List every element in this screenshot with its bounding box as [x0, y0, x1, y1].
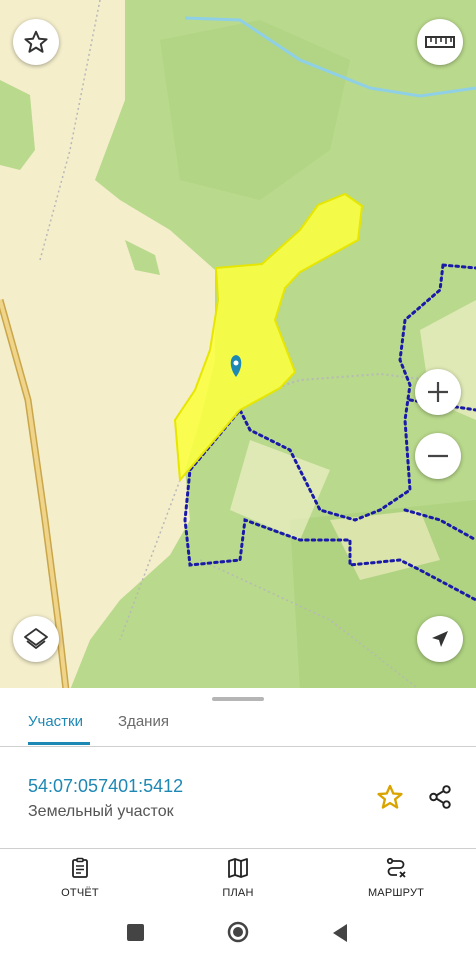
locate-button[interactable]: [417, 616, 463, 662]
plus-icon: [428, 382, 448, 402]
parcel-type: Земельный участок: [28, 803, 174, 820]
divider: [0, 848, 476, 849]
layers-button[interactable]: [13, 616, 59, 662]
layers-icon: [24, 628, 48, 649]
minus-icon: [428, 454, 448, 458]
tab-parcels[interactable]: Участки: [28, 710, 83, 744]
favorite-button[interactable]: [13, 19, 59, 65]
star-outline-icon: [24, 30, 48, 53]
plan-label: ПЛАН: [222, 887, 254, 899]
route-button[interactable]: МАРШРУТ: [336, 856, 456, 899]
zoom-out-button[interactable]: [415, 433, 461, 479]
share-icon: [429, 785, 451, 809]
back-triangle-icon: [333, 924, 347, 942]
system-navigation-bar: [0, 910, 476, 960]
back-button[interactable]: [331, 923, 349, 943]
star-outline-icon: [377, 784, 403, 809]
clipboard-icon: [72, 857, 88, 878]
circle-icon: [227, 921, 249, 943]
map-icon: [228, 858, 248, 878]
navigation-arrow-icon: [432, 631, 448, 647]
bottom-sheet: Участки Здания 54:07:057401:5412 Земельн…: [0, 688, 476, 960]
cadastral-number[interactable]: 54:07:057401:5412: [28, 776, 183, 797]
active-tab-indicator: [28, 742, 90, 745]
ruler-button[interactable]: [417, 19, 463, 65]
report-label: ОТЧЁТ: [61, 887, 99, 899]
favorite-parcel-button[interactable]: [374, 781, 406, 813]
route-icon: [386, 857, 406, 878]
route-label: МАРШРУТ: [367, 887, 425, 899]
map-canvas[interactable]: [0, 0, 476, 690]
report-button[interactable]: ОТЧЁТ: [20, 856, 140, 899]
tab-buildings[interactable]: Здания: [118, 710, 169, 744]
recent-apps-button[interactable]: [127, 924, 144, 941]
share-button[interactable]: [424, 781, 456, 813]
home-button[interactable]: [227, 921, 249, 943]
zoom-in-button[interactable]: [415, 369, 461, 415]
sheet-drag-handle[interactable]: [212, 697, 264, 701]
plan-button[interactable]: ПЛАН: [178, 856, 298, 899]
map-view[interactable]: [0, 0, 476, 690]
tab-bar: Участки Здания: [0, 704, 476, 747]
ruler-icon: [425, 36, 455, 48]
